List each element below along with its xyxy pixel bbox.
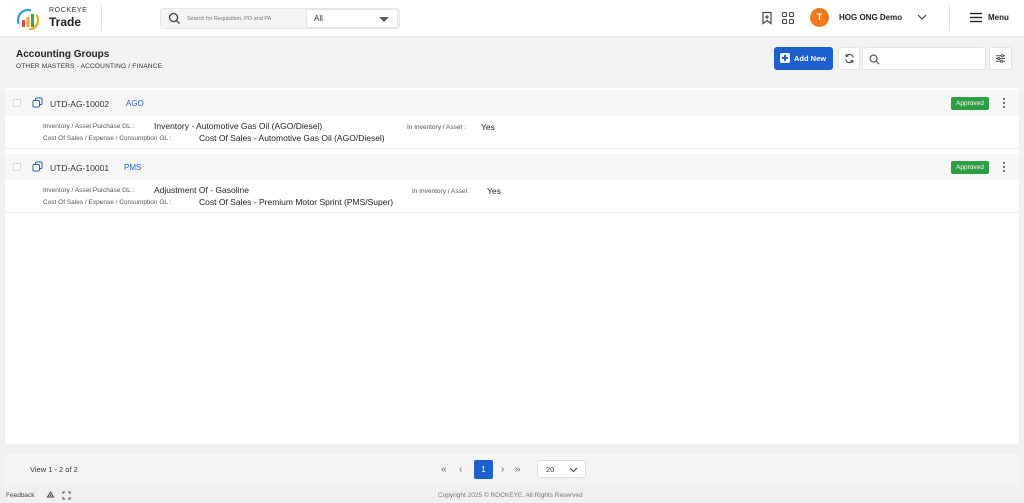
menu-label: Menu <box>988 13 1009 22</box>
list-search-input[interactable] <box>862 47 986 70</box>
cost-gl-label: Cost Of Sales / Expense / Consumption GL… <box>43 135 172 142</box>
plus-icon <box>780 53 790 63</box>
brand-top-text: ROCKEYE <box>49 7 88 14</box>
record-header: UTD-AG-10002 AGO Approved <box>5 90 1019 116</box>
filter-button[interactable] <box>989 47 1012 70</box>
recycle-icon[interactable] <box>46 491 55 500</box>
inventory-gl-label: Inventory / Asset Purchase GL : <box>43 187 135 194</box>
cost-gl-value: Cost Of Sales - Automotive Gas Oil (AGO/… <box>199 133 385 143</box>
rockeye-logo-icon[interactable] <box>16 8 40 30</box>
page-title: Accounting Groups <box>16 49 110 60</box>
filter-sliders-icon <box>995 54 1006 63</box>
apps-grid-icon[interactable] <box>781 11 795 25</box>
user-name[interactable]: HOG ONG Demo <box>839 13 902 22</box>
inventory-gl-label: Inventory / Asset Purchase GL : <box>43 123 135 130</box>
breadcrumb: OTHER MASTERS - ACCOUNTING / FINANCE <box>16 63 163 70</box>
chevron-down-icon[interactable] <box>917 12 927 22</box>
cost-gl-label: Cost Of Sales / Expense / Consumption GL… <box>43 199 172 206</box>
row-checkbox[interactable] <box>13 99 21 107</box>
in-inventory-label: In Inventory / Asset : <box>407 124 466 131</box>
row-checkbox[interactable] <box>13 163 21 171</box>
page-header: Accounting Groups OTHER MASTERS - ACCOUN… <box>0 38 1024 81</box>
in-inventory-value: Yes <box>487 186 501 196</box>
top-bar: ROCKEYE Trade All T HOG ONG Demo Menu <box>0 0 1024 37</box>
more-options-icon[interactable] <box>1002 97 1006 109</box>
next-page-icon[interactable]: › <box>501 464 504 475</box>
view-info: View 1 - 2 of 2 <box>30 465 78 474</box>
feedback-link[interactable]: Feedback <box>6 492 35 499</box>
chevron-down-icon <box>569 467 578 473</box>
copy-icon[interactable] <box>32 97 43 108</box>
add-new-label: Add New <box>794 54 827 63</box>
add-new-button[interactable]: Add New <box>774 47 833 70</box>
inventory-gl-value: Adjustment Of - Gasoline <box>154 185 249 195</box>
cost-gl-value: Cost Of Sales - Premium Motor Sprint (PM… <box>199 197 394 207</box>
refresh-icon <box>845 53 854 64</box>
search-scope-value: All <box>314 14 323 23</box>
in-inventory-value: Yes <box>481 122 495 132</box>
search-icon <box>869 54 880 65</box>
first-page-icon[interactable]: « <box>441 464 447 475</box>
brand-name: Trade <box>49 15 82 29</box>
status-badge: Approved <box>951 161 989 174</box>
refresh-button[interactable] <box>838 47 860 70</box>
search-scope-select[interactable]: All <box>306 9 398 28</box>
status-badge: Approved <box>951 97 989 110</box>
brand[interactable]: ROCKEYE Trade <box>49 7 87 28</box>
user-avatar[interactable]: T <box>810 8 829 27</box>
inventory-gl-value: Inventory - Automotive Gas Oil (AGO/Dies… <box>154 121 323 131</box>
bookmark-icon[interactable] <box>760 11 774 25</box>
list-item[interactable]: UTD-AG-10001 PMS Approved Inventory / As… <box>5 154 1019 212</box>
more-options-icon[interactable] <box>1002 161 1006 173</box>
list-item[interactable]: UTD-AG-10002 AGO Approved Inventory / As… <box>5 90 1019 148</box>
last-page-icon[interactable]: » <box>515 464 521 475</box>
record-code[interactable]: UTD-AG-10001 <box>50 163 109 173</box>
fullscreen-icon[interactable] <box>62 491 71 500</box>
record-header: UTD-AG-10001 PMS Approved <box>5 154 1019 180</box>
divider <box>5 148 1019 149</box>
record-tag: AGO <box>126 99 144 108</box>
pagination-bar: View 1 - 2 of 2 « ‹ 1 › » 20 <box>5 452 1019 485</box>
record-tag: PMS <box>124 163 142 172</box>
divider <box>5 212 1019 213</box>
page-size-select[interactable]: 20 <box>537 460 586 478</box>
records-panel: UTD-AG-10002 AGO Approved Inventory / As… <box>5 88 1019 444</box>
search-icon <box>168 12 181 25</box>
record-code[interactable]: UTD-AG-10002 <box>50 99 109 109</box>
caret-down-icon <box>379 17 389 22</box>
hamburger-icon <box>970 12 982 23</box>
copy-icon[interactable] <box>32 161 43 172</box>
current-page-button[interactable]: 1 <box>474 460 493 479</box>
divider <box>949 6 950 31</box>
global-search-input[interactable] <box>187 12 287 26</box>
prev-page-icon[interactable]: ‹ <box>459 464 462 475</box>
divider <box>101 6 102 31</box>
page-size-value: 20 <box>546 465 555 474</box>
bottom-bar: Feedback Copyright 2025 © ROCKEYE. All R… <box>0 488 1024 503</box>
in-inventory-label: In Inventory / Asset : <box>412 188 471 195</box>
copyright-text: Copyright 2025 © ROCKEYE. All Rights Res… <box>438 492 583 499</box>
